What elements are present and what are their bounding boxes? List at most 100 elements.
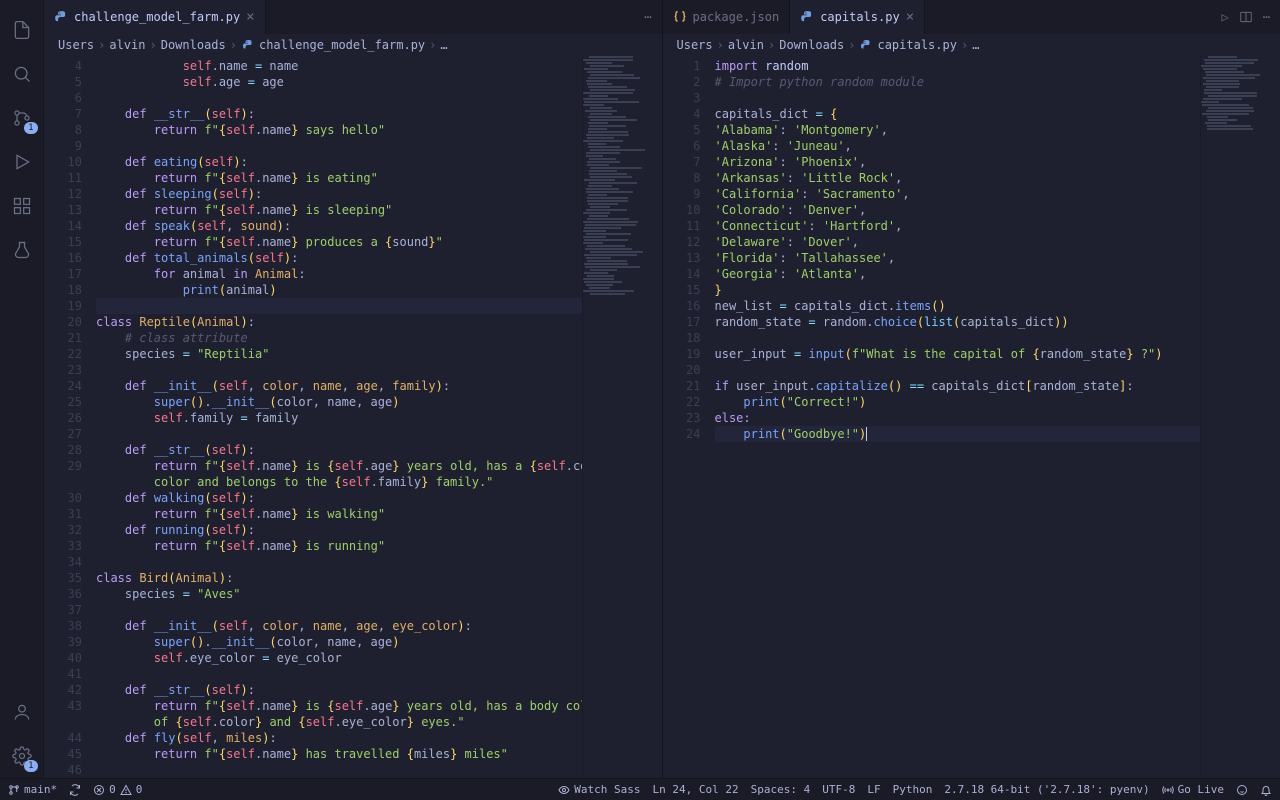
- status-bell-icon[interactable]: [1260, 784, 1272, 796]
- close-icon[interactable]: ×: [906, 9, 914, 25]
- code-line[interactable]: return f"{self.name} is sleeping": [96, 202, 582, 218]
- code-line[interactable]: [96, 666, 582, 682]
- breadcrumb-item[interactable]: …: [972, 38, 979, 52]
- code-line[interactable]: def __init__(self, color, name, age, fam…: [96, 378, 582, 394]
- status-interpreter[interactable]: 2.7.18 64-bit ('2.7.18': pyenv): [944, 783, 1149, 796]
- breadcrumb-item[interactable]: alvin: [109, 38, 145, 52]
- breadcrumb-item[interactable]: Users: [58, 38, 94, 52]
- code-line[interactable]: def total_animals(self):: [96, 250, 582, 266]
- explorer-icon[interactable]: [0, 8, 44, 52]
- tab-challenge-model-farm[interactable]: challenge_model_farm.py ×: [44, 0, 266, 34]
- status-language[interactable]: Python: [893, 783, 933, 796]
- code-line[interactable]: self.family = family: [96, 410, 582, 426]
- code-line[interactable]: self.age = age: [96, 74, 582, 90]
- code-line[interactable]: 'Alaska': 'Juneau',: [715, 138, 1201, 154]
- tab-capitals-py[interactable]: capitals.py×: [790, 0, 925, 34]
- code-line[interactable]: class Reptile(Animal):: [96, 314, 582, 330]
- status-sync[interactable]: [69, 784, 81, 796]
- testing-icon[interactable]: [0, 228, 44, 272]
- minimap-right[interactable]: [1200, 56, 1280, 778]
- code-line[interactable]: random_state = random.choice(list(capita…: [715, 314, 1201, 330]
- code-line[interactable]: def __str__(self):: [96, 106, 582, 122]
- code-line[interactable]: [96, 602, 582, 618]
- status-go-live[interactable]: Go Live: [1162, 783, 1224, 796]
- code-line[interactable]: def speak(self, sound):: [96, 218, 582, 234]
- code-line[interactable]: 'Delaware': 'Dover',: [715, 234, 1201, 250]
- code-line[interactable]: [96, 762, 582, 778]
- code-line[interactable]: [96, 138, 582, 154]
- status-branch[interactable]: main*: [8, 783, 57, 796]
- code-line[interactable]: 'Alabama': 'Montgomery',: [715, 122, 1201, 138]
- code-line[interactable]: [715, 90, 1201, 106]
- code-line[interactable]: return f"{self.name} produces a {sound}": [96, 234, 582, 250]
- status-problems[interactable]: 0 0: [93, 783, 142, 796]
- code-line[interactable]: return f"{self.name} is running": [96, 538, 582, 554]
- status-encoding[interactable]: UTF-8: [822, 783, 855, 796]
- code-line[interactable]: [715, 330, 1201, 346]
- code-line[interactable]: # Import python random module: [715, 74, 1201, 90]
- split-editor-icon[interactable]: [1239, 10, 1253, 24]
- code-line[interactable]: 'Georgia': 'Atlanta',: [715, 266, 1201, 282]
- breadcrumb-item[interactable]: challenge_model_farm.py: [259, 38, 425, 52]
- code-line[interactable]: def __str__(self):: [96, 682, 582, 698]
- code-line[interactable]: 'Arizona': 'Phoenix',: [715, 154, 1201, 170]
- code-line[interactable]: def sleeping(self):: [96, 186, 582, 202]
- close-icon[interactable]: ×: [246, 9, 254, 25]
- code-line[interactable]: capitals_dict = {: [715, 106, 1201, 122]
- breadcrumb-left[interactable]: Users›alvin›Downloads›challenge_model_fa…: [44, 34, 662, 56]
- breadcrumb-item[interactable]: Downloads: [161, 38, 226, 52]
- code-line[interactable]: color and belongs to the {self.family} f…: [96, 474, 582, 490]
- code-line[interactable]: 'Connecticut': 'Hartford',: [715, 218, 1201, 234]
- tab-package-json[interactable]: package.json: [663, 0, 791, 34]
- code-line[interactable]: return f"{self.name} is eating": [96, 170, 582, 186]
- accounts-icon[interactable]: [0, 690, 44, 734]
- code-line[interactable]: [715, 362, 1201, 378]
- code-line[interactable]: def running(self):: [96, 522, 582, 538]
- code-line[interactable]: self.eye_color = eye_color: [96, 650, 582, 666]
- settings-gear-icon[interactable]: 1: [0, 734, 44, 778]
- code-line[interactable]: def fly(self, miles):: [96, 730, 582, 746]
- status-spaces[interactable]: Spaces: 4: [751, 783, 811, 796]
- code-line[interactable]: def __init__(self, color, name, age, eye…: [96, 618, 582, 634]
- code-left[interactable]: self.name = name self.age = age def __st…: [96, 56, 582, 778]
- code-line[interactable]: 'California': 'Sacramento',: [715, 186, 1201, 202]
- code-line[interactable]: # class attribute: [96, 330, 582, 346]
- code-line[interactable]: [96, 426, 582, 442]
- code-line[interactable]: new_list = capitals_dict.items(): [715, 298, 1201, 314]
- code-line[interactable]: def walking(self):: [96, 490, 582, 506]
- breadcrumb-item[interactable]: …: [440, 38, 447, 52]
- minimap-left[interactable]: [582, 56, 662, 778]
- code-line[interactable]: [96, 554, 582, 570]
- code-right[interactable]: import random# Import python random modu…: [715, 56, 1201, 778]
- code-line[interactable]: 'Florida': 'Tallahassee',: [715, 250, 1201, 266]
- search-icon[interactable]: [0, 52, 44, 96]
- code-line[interactable]: def __str__(self):: [96, 442, 582, 458]
- code-line[interactable]: return f"{self.name} is {self.age} years…: [96, 698, 582, 714]
- code-line[interactable]: return f"{self.name} says hello": [96, 122, 582, 138]
- status-cursor-pos[interactable]: Ln 24, Col 22: [653, 783, 739, 796]
- status-eol[interactable]: LF: [867, 783, 880, 796]
- code-line[interactable]: super().__init__(color, name, age): [96, 394, 582, 410]
- status-watch-sass[interactable]: Watch Sass: [558, 783, 640, 796]
- code-line[interactable]: [96, 298, 582, 314]
- breadcrumb-item[interactable]: capitals.py: [877, 38, 956, 52]
- code-line[interactable]: if user_input.capitalize() == capitals_d…: [715, 378, 1201, 394]
- code-line[interactable]: import random: [715, 58, 1201, 74]
- status-feedback-icon[interactable]: [1236, 784, 1248, 796]
- code-line[interactable]: species = "Aves": [96, 586, 582, 602]
- run-debug-icon[interactable]: [0, 140, 44, 184]
- code-line[interactable]: print("Goodbye!"): [715, 426, 1201, 442]
- code-line[interactable]: print("Correct!"): [715, 394, 1201, 410]
- code-line[interactable]: of {self.color} and {self.eye_color} eye…: [96, 714, 582, 730]
- code-line[interactable]: for animal in Animal:: [96, 266, 582, 282]
- code-line[interactable]: return f"{self.name} has travelled {mile…: [96, 746, 582, 762]
- breadcrumb-right[interactable]: Users›alvin›Downloads›capitals.py›…: [663, 34, 1280, 56]
- code-line[interactable]: return f"{self.name} is walking": [96, 506, 582, 522]
- source-control-icon[interactable]: 1: [0, 96, 44, 140]
- code-line[interactable]: def eating(self):: [96, 154, 582, 170]
- code-line[interactable]: self.name = name: [96, 58, 582, 74]
- code-line[interactable]: print(animal): [96, 282, 582, 298]
- code-line[interactable]: super().__init__(color, name, age): [96, 634, 582, 650]
- code-line[interactable]: else:: [715, 410, 1201, 426]
- run-icon[interactable]: ▷: [1222, 10, 1229, 24]
